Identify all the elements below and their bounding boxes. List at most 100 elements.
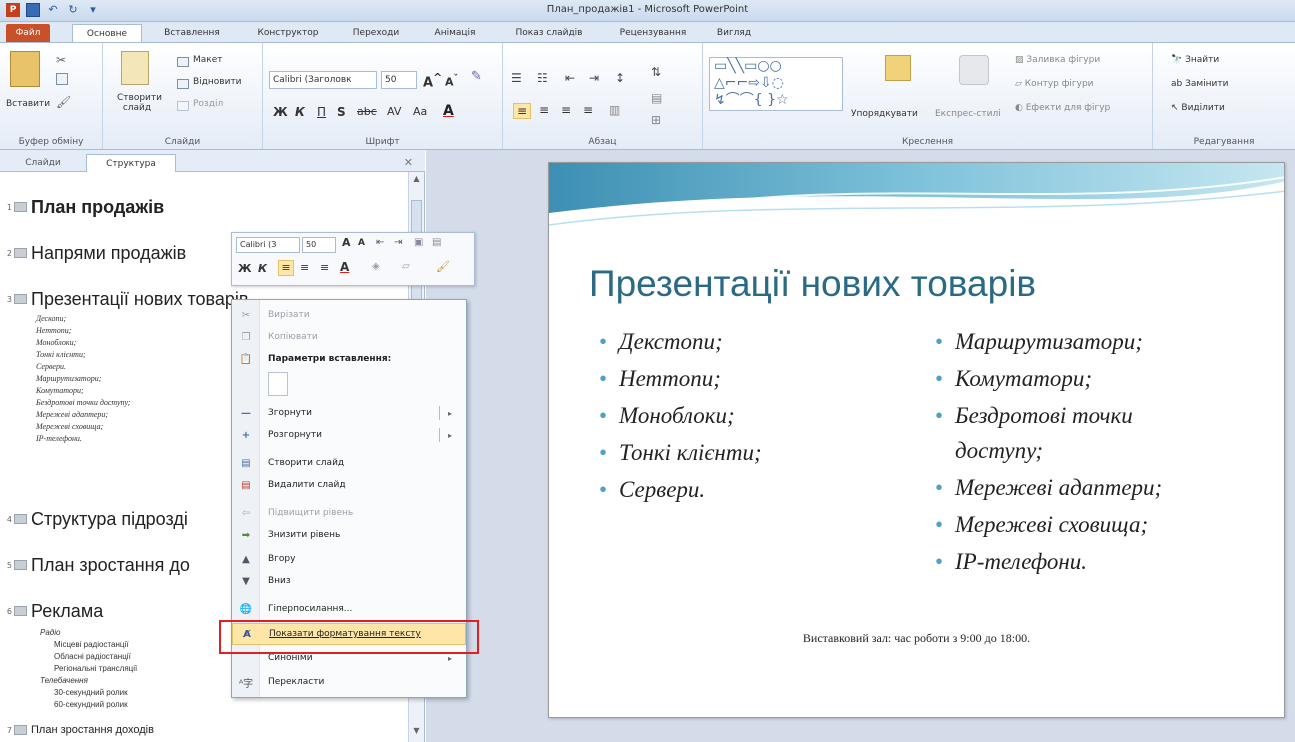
- font-size-combo[interactable]: 50: [381, 71, 417, 89]
- menu-item-hyperlink[interactable]: 🌐 Гіперпосилання...: [232, 598, 466, 620]
- mini-format-painter-icon[interactable]: 🖌: [436, 260, 450, 273]
- outline-item[interactable]: Комутатори;: [36, 386, 84, 395]
- shadow-button[interactable]: S: [337, 105, 346, 119]
- slide-bullet-continuation[interactable]: доступу;: [955, 438, 1043, 464]
- reset-button[interactable]: Відновити: [193, 77, 242, 87]
- mini-decrease-indent-icon[interactable]: ⇤: [376, 237, 384, 248]
- slide-bullet[interactable]: Бездротові точки: [935, 403, 1133, 429]
- outline-item[interactable]: Дескопи;: [36, 314, 66, 323]
- align-text-icon[interactable]: ▤: [651, 91, 662, 105]
- slide-bullet[interactable]: Моноблоки;: [599, 403, 735, 429]
- align-center-icon[interactable]: ≡: [539, 103, 549, 117]
- slide-canvas[interactable]: Презентації нових товарів Декстопи; Нетт…: [548, 162, 1285, 718]
- slide-bullet[interactable]: Декстопи;: [599, 329, 723, 355]
- mini-bold-icon[interactable]: Ж: [238, 262, 251, 275]
- mini-format-icon[interactable]: ▣: [414, 237, 423, 248]
- outline-item[interactable]: Мережеві адаптери;: [36, 410, 108, 419]
- slide-bullet[interactable]: Тонкі клієнти;: [599, 440, 762, 466]
- mini-increase-indent-icon[interactable]: ⇥: [394, 237, 402, 248]
- menu-item-demote[interactable]: ➡ Знизити рівень: [232, 524, 466, 546]
- mini-italic-icon[interactable]: К: [258, 262, 267, 275]
- new-slide-button[interactable]: Створити слайд: [117, 93, 162, 113]
- mini-fill-icon[interactable]: ◈: [372, 261, 380, 272]
- quick-styles-icon[interactable]: [959, 55, 989, 85]
- outline-item[interactable]: Сервери.: [36, 362, 66, 371]
- outline-item[interactable]: Тонкі клієнти;: [36, 350, 86, 359]
- copy-icon[interactable]: [56, 73, 68, 85]
- shape-effects-button[interactable]: ◐ Ефекти для фігур: [1015, 103, 1110, 113]
- font-name-combo[interactable]: Calibri (Заголовк: [269, 71, 377, 89]
- smartart-icon[interactable]: ⊞: [651, 113, 661, 127]
- menu-item-delete-slide[interactable]: ▤ Видалити слайд: [232, 474, 466, 496]
- outline-item[interactable]: Регіональні трансляції: [54, 664, 137, 673]
- slide-bullet[interactable]: Неттопи;: [599, 366, 721, 392]
- cut-icon[interactable]: ✂: [56, 53, 66, 67]
- grow-font-icon[interactable]: A^: [423, 71, 442, 90]
- mini-font-color-icon[interactable]: A: [340, 260, 349, 274]
- tab-review[interactable]: Рецензування: [608, 24, 698, 42]
- outline-item[interactable]: Місцеві радіостанції: [54, 640, 128, 649]
- tab-transitions[interactable]: Переходи: [346, 24, 406, 42]
- outline-slide-1[interactable]: 1 План продажів: [0, 194, 164, 220]
- outline-item[interactable]: Бездротові точки доступу;: [36, 398, 130, 407]
- outline-slide-3[interactable]: 3 Презентації нових товарів: [0, 286, 249, 312]
- change-case-button[interactable]: Aa: [413, 105, 427, 118]
- menu-item-translate[interactable]: ᴬ字 Перекласти: [232, 671, 466, 693]
- mini-align-center-icon[interactable]: ≡: [300, 261, 309, 274]
- outline-item[interactable]: IP-телефони.: [36, 434, 82, 443]
- menu-item-new-slide[interactable]: ▤ Створити слайд: [232, 452, 466, 474]
- outline-slide-4[interactable]: 4 Структура підрозді: [0, 506, 188, 532]
- outline-item[interactable]: Неттопи;: [36, 326, 71, 335]
- mini-font-name[interactable]: Calibri (З: [236, 237, 300, 253]
- tab-insert[interactable]: Вставлення: [152, 24, 232, 42]
- format-painter-icon[interactable]: 🖌: [56, 95, 71, 109]
- outline-item[interactable]: Мережеві сховища;: [36, 422, 103, 431]
- slide-bullet[interactable]: Сервери.: [599, 477, 705, 503]
- line-spacing-icon[interactable]: ↕: [615, 71, 625, 85]
- outline-item[interactable]: Телебачення: [40, 676, 88, 685]
- align-left-icon[interactable]: ≡: [513, 103, 531, 119]
- menu-item-collapse[interactable]: — Згорнути ▸: [232, 402, 466, 424]
- decrease-indent-icon[interactable]: ⇤: [565, 71, 575, 85]
- select-button[interactable]: ↖ Виділити: [1171, 103, 1225, 113]
- mini-layout-icon[interactable]: ▤: [432, 237, 441, 248]
- paste-keep-text-icon[interactable]: [268, 372, 288, 396]
- outline-slide-6[interactable]: 6 Реклама: [0, 598, 103, 624]
- new-slide-icon[interactable]: [121, 51, 149, 85]
- outline-item[interactable]: 30-секундний ролик: [54, 688, 128, 697]
- outline-item[interactable]: Радіо: [40, 628, 60, 637]
- bullets-icon[interactable]: ☰: [511, 71, 522, 85]
- scroll-down-icon[interactable]: ▼: [409, 726, 424, 740]
- menu-item-copy[interactable]: ❐ Копіювати: [232, 326, 466, 348]
- shape-outline-button[interactable]: ▱ Контур фігури: [1015, 79, 1094, 89]
- tab-slides-pane[interactable]: Слайди: [8, 154, 78, 172]
- arrange-button[interactable]: Упорядкувати: [851, 109, 918, 119]
- outline-item[interactable]: Маршрутизатори;: [36, 374, 101, 383]
- mini-grow-font-icon[interactable]: A: [342, 236, 351, 249]
- tab-view[interactable]: Вигляд: [712, 24, 756, 42]
- mini-outline-icon[interactable]: ▱: [402, 261, 410, 272]
- menu-item-expand[interactable]: + Розгорнути ▸: [232, 424, 466, 446]
- font-color-icon[interactable]: A: [443, 103, 454, 119]
- slide-bullet[interactable]: Мережеві сховища;: [935, 512, 1148, 538]
- scroll-up-icon[interactable]: ▲: [409, 174, 424, 188]
- slide-title-text[interactable]: Презентації нових товарів: [589, 263, 1036, 305]
- mini-align-right-icon[interactable]: ≡: [320, 261, 329, 274]
- slide-bullet[interactable]: Маршрутизатори;: [935, 329, 1143, 355]
- clear-format-icon[interactable]: ✎: [471, 69, 482, 84]
- paste-icon[interactable]: [10, 51, 40, 87]
- strikethrough-icon[interactable]: abc: [357, 105, 377, 118]
- mini-font-size[interactable]: 50: [302, 237, 336, 253]
- tab-animations[interactable]: Анімація: [422, 24, 488, 42]
- slide-footer[interactable]: Виставковий зал: час роботи з 9:00 до 18…: [549, 631, 1284, 646]
- text-direction-icon[interactable]: ⇅: [651, 65, 661, 79]
- slide-bullet[interactable]: Мережеві адаптери;: [935, 475, 1162, 501]
- numbering-icon[interactable]: ☷: [537, 71, 548, 85]
- slide-bullet[interactable]: Комутатори;: [935, 366, 1092, 392]
- close-icon[interactable]: ✕: [404, 156, 413, 169]
- find-button[interactable]: 🔭 Знайти: [1171, 55, 1219, 65]
- tab-file[interactable]: Файл: [6, 24, 50, 42]
- shape-fill-button[interactable]: ▨ Заливка фігури: [1015, 55, 1100, 65]
- char-spacing-icon[interactable]: AV: [387, 105, 401, 118]
- mini-shrink-font-icon[interactable]: A: [358, 238, 365, 248]
